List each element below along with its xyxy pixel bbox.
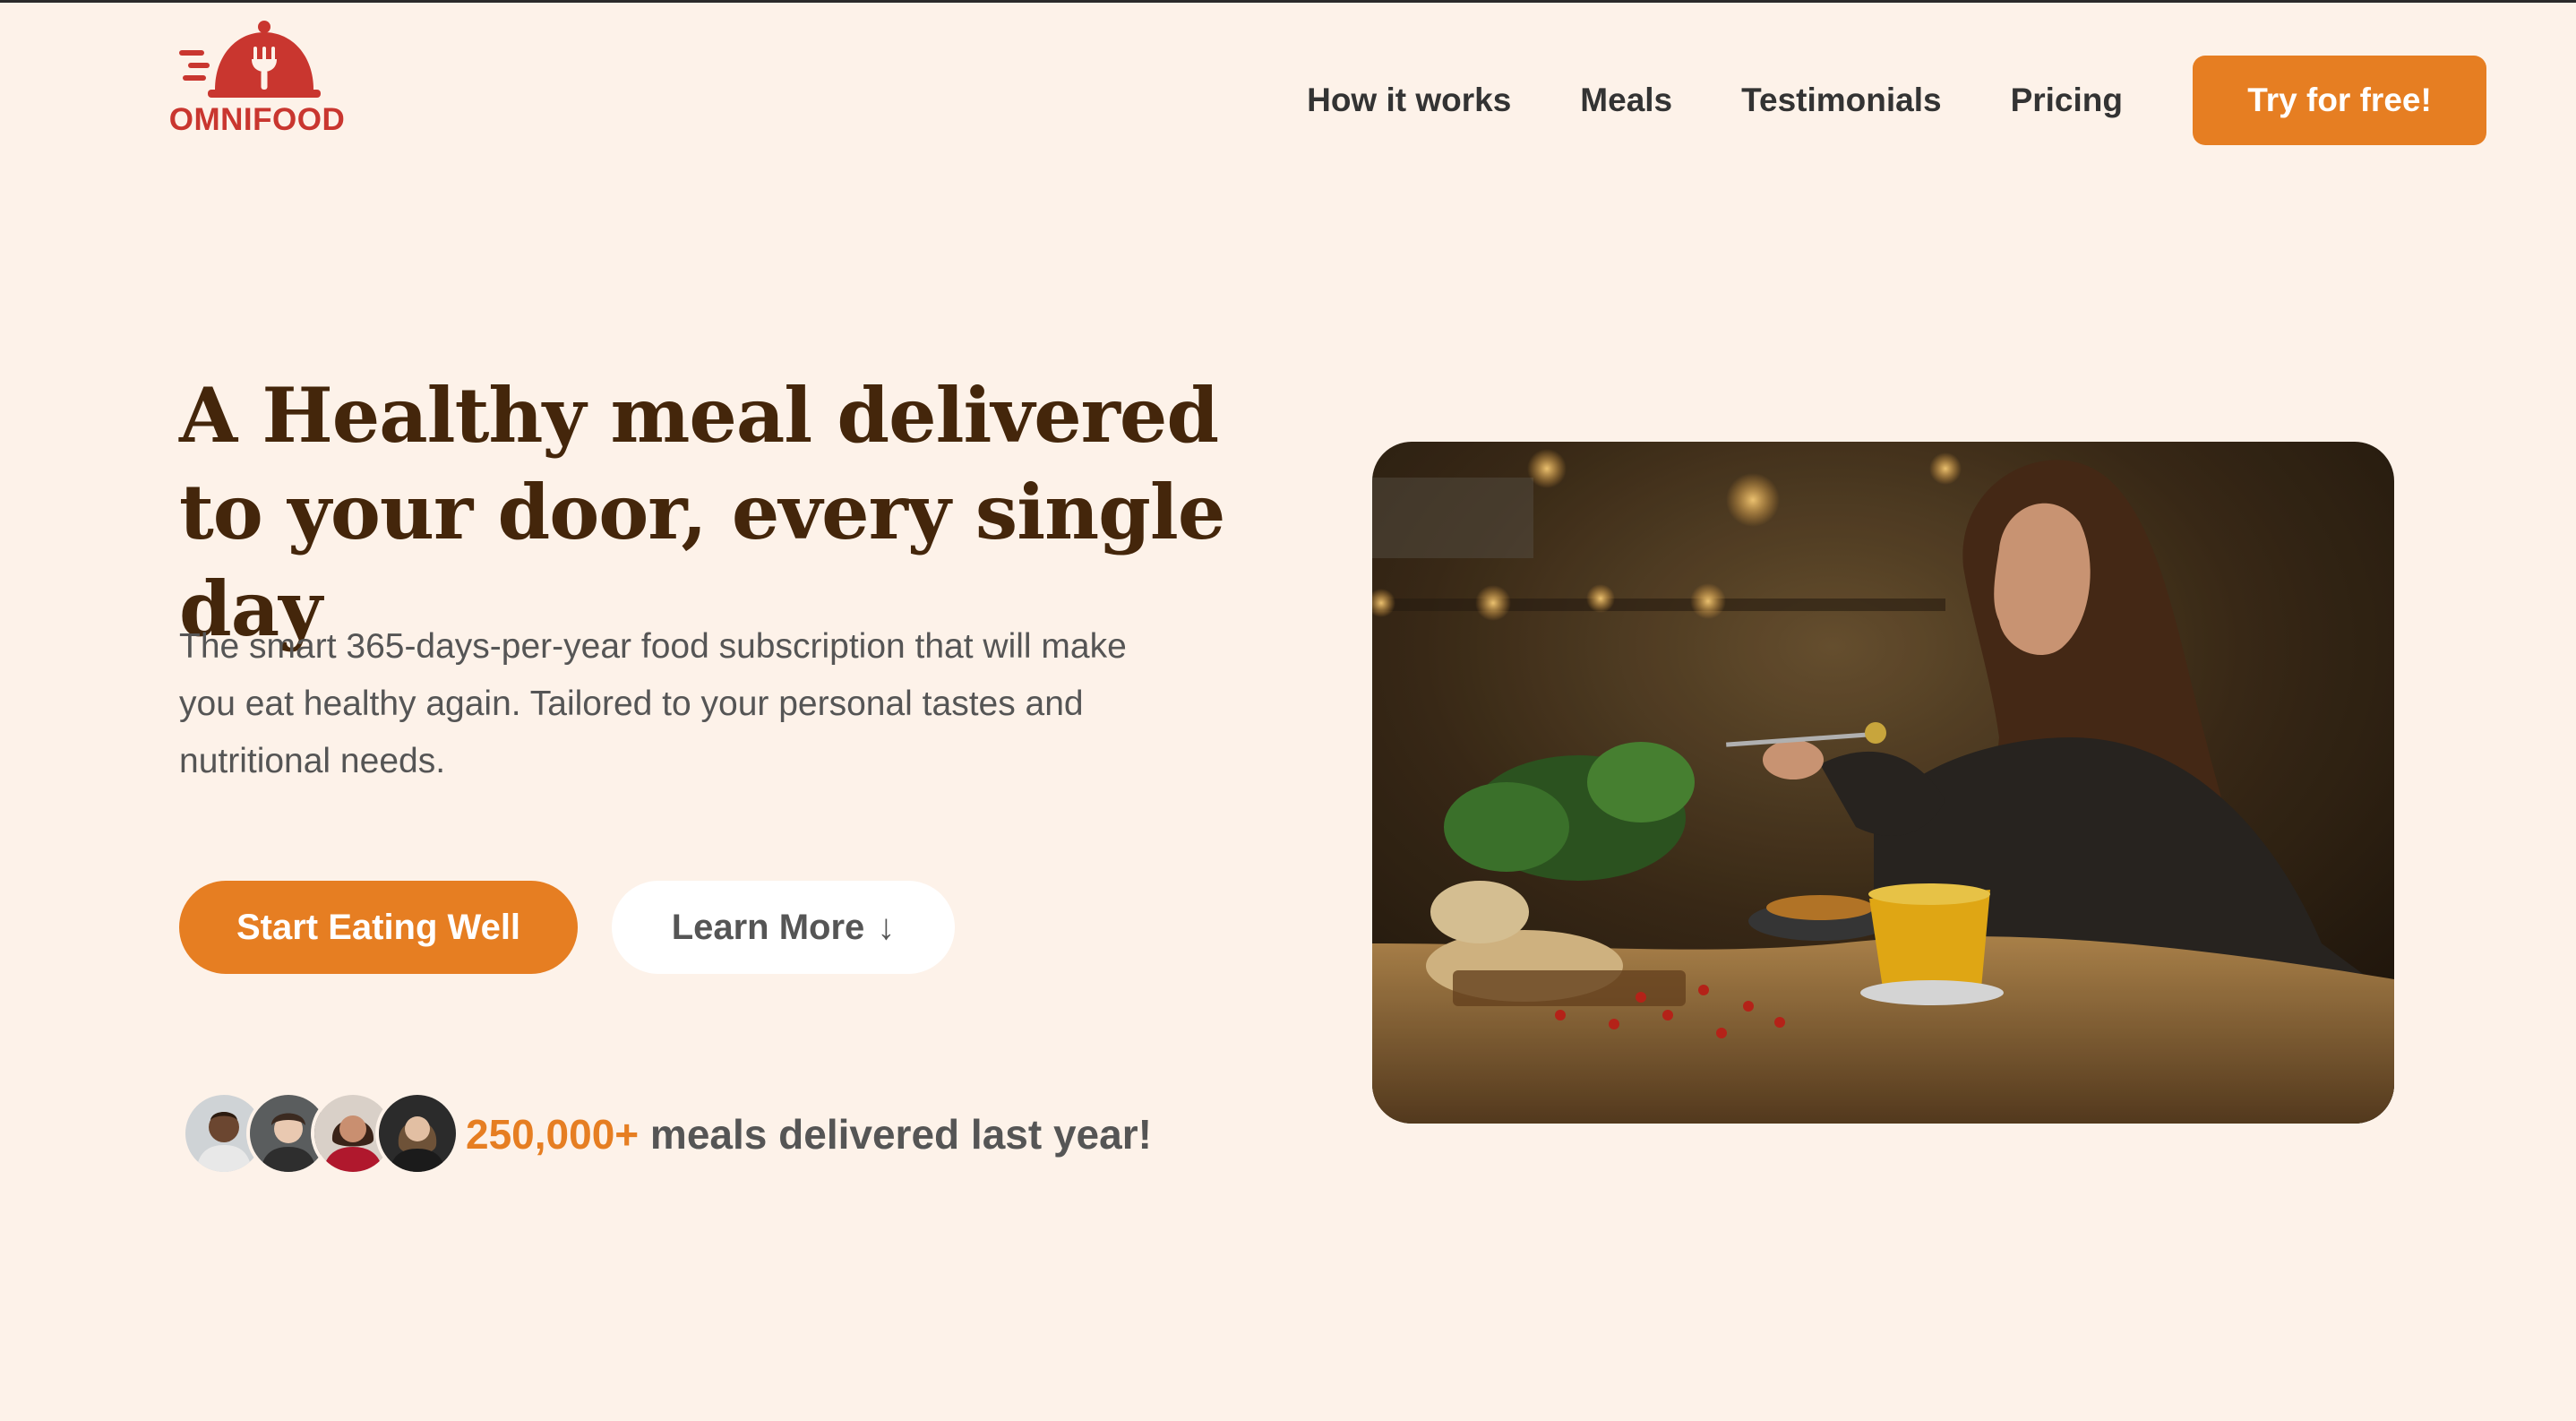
nav-link-how-it-works[interactable]: How it works	[1307, 54, 1511, 147]
nav-link-meals[interactable]: Meals	[1580, 54, 1672, 147]
try-for-free-button[interactable]: Try for free!	[2193, 56, 2486, 145]
start-eating-well-label: Start Eating Well	[236, 907, 521, 947]
main-nav: How it works Meals Testimonials Pricing …	[1307, 54, 2486, 147]
start-eating-well-button[interactable]: Start Eating Well	[179, 881, 578, 974]
meals-delivered-label: meals delivered last year!	[639, 1111, 1152, 1158]
learn-more-label: Learn More	[671, 907, 865, 947]
nav-link-pricing[interactable]: Pricing	[2011, 54, 2123, 147]
omnifood-logo-icon	[179, 21, 321, 98]
learn-more-button[interactable]: Learn More ↓	[612, 881, 955, 974]
hero-image-woman-eating	[1372, 442, 2394, 1124]
hero-title: A Healthy meal delivered to your door, e…	[179, 371, 1225, 653]
nav-link-testimonials[interactable]: Testimonials	[1741, 54, 1941, 147]
meals-delivered-count: 250,000+	[466, 1111, 640, 1158]
down-arrow-icon: ↓	[877, 907, 896, 947]
meals-delivered-stat: 250,000+ meals delivered last year!	[466, 1107, 1152, 1161]
customer-avatars	[182, 1091, 459, 1176]
hero-description: The smart 365-days-per-year food subscri…	[179, 627, 1127, 780]
avatar	[375, 1091, 459, 1176]
omnifood-logo[interactable]: OMNIFOOD	[163, 20, 351, 137]
logo-text: OMNIFOOD	[168, 102, 346, 137]
